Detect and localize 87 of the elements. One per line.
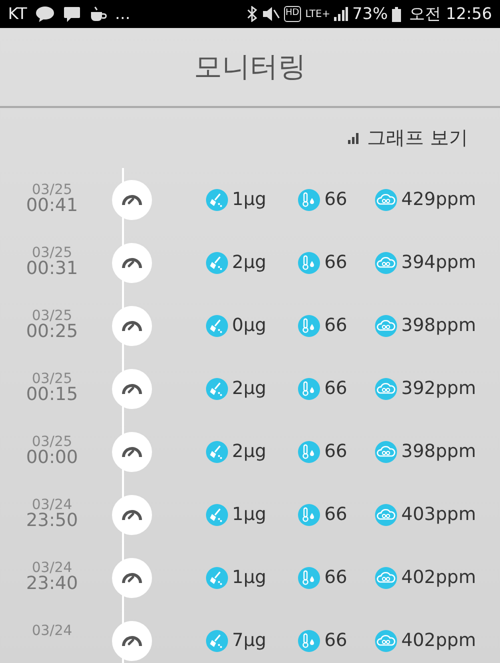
network-type: LTE+ bbox=[305, 8, 330, 22]
co2-cloud-icon bbox=[375, 440, 398, 462]
thermometer-drop-icon bbox=[298, 378, 320, 400]
reading-value: 7µg bbox=[232, 629, 266, 653]
reading-value: 66 bbox=[324, 440, 348, 464]
dust-cleaner-icon bbox=[206, 630, 228, 652]
dust-cleaner-icon bbox=[206, 252, 228, 274]
thermometer-drop-icon bbox=[298, 504, 320, 526]
record-date: 03/24 bbox=[32, 560, 72, 576]
reading-value: 0µg bbox=[232, 314, 266, 338]
signal-icon bbox=[334, 7, 348, 21]
co2-cloud-icon bbox=[375, 188, 398, 210]
record-date: 03/25 bbox=[32, 372, 72, 386]
gauge-icon bbox=[122, 635, 142, 646]
reading-value: 66 bbox=[324, 314, 348, 338]
dust-cleaner-icon bbox=[206, 440, 228, 462]
record-date: 03/25 bbox=[32, 308, 72, 324]
chat-bubble-icon bbox=[35, 6, 56, 22]
gauge-icon bbox=[122, 383, 142, 394]
page-title: 모니터링 bbox=[194, 49, 306, 85]
co2-cloud-icon bbox=[375, 504, 398, 526]
reading-value: 398ppm bbox=[401, 440, 476, 464]
reading-value: 66 bbox=[324, 566, 348, 590]
thermometer-drop-icon bbox=[298, 188, 320, 210]
record-time: 23:40 bbox=[25, 575, 79, 594]
record-date: 03/25 bbox=[32, 182, 72, 198]
record-time: 00:00 bbox=[25, 449, 79, 468]
mute-icon bbox=[262, 6, 280, 22]
thermometer-drop-icon bbox=[298, 252, 320, 274]
co2-cloud-icon bbox=[375, 378, 398, 400]
battery-icon bbox=[392, 6, 401, 22]
gauge-icon bbox=[122, 194, 142, 205]
co2-cloud-icon bbox=[375, 630, 398, 652]
reading-value: 1µg bbox=[232, 566, 266, 590]
dust-cleaner-icon bbox=[206, 566, 228, 588]
record-date: 03/24 bbox=[32, 498, 72, 512]
gauge-icon bbox=[122, 509, 142, 520]
battery-percent: 73% bbox=[352, 3, 388, 25]
clock: 오전 12:56 bbox=[408, 3, 492, 25]
dust-cleaner-icon bbox=[206, 378, 228, 400]
reading-value: 392ppm bbox=[401, 377, 476, 401]
graph-view-link[interactable]: 그래프 보기 bbox=[348, 124, 468, 152]
reading-value: 398ppm bbox=[401, 314, 476, 338]
reading-value: 1µg bbox=[232, 503, 266, 527]
reading-value: 1µg bbox=[232, 188, 266, 212]
gauge-icon bbox=[122, 446, 142, 457]
record-time: 00:41 bbox=[25, 197, 79, 216]
co2-cloud-icon bbox=[375, 566, 398, 588]
record-time: 00:25 bbox=[25, 323, 79, 342]
dust-cleaner-icon bbox=[206, 314, 228, 336]
reading-value: 66 bbox=[324, 251, 348, 275]
reading-value: 2µg bbox=[232, 440, 266, 464]
co2-cloud-icon bbox=[375, 314, 398, 336]
thermometer-drop-icon bbox=[298, 566, 320, 588]
dust-cleaner-icon bbox=[206, 188, 228, 210]
gauge-icon bbox=[122, 257, 142, 268]
reading-value: 2µg bbox=[232, 251, 266, 275]
hd-voice-indicator: HD bbox=[284, 6, 302, 22]
reading-value: 429ppm bbox=[401, 188, 476, 212]
bluetooth-icon bbox=[246, 6, 258, 22]
record-date: 03/24 bbox=[30, 624, 74, 638]
reading-value: 66 bbox=[324, 629, 348, 653]
reading-value: 66 bbox=[324, 188, 348, 212]
thermometer-drop-icon bbox=[298, 440, 320, 462]
record-time: 00:15 bbox=[25, 386, 79, 406]
message-icon bbox=[63, 6, 82, 22]
bar-chart-icon bbox=[348, 132, 359, 144]
dust-cleaner-icon bbox=[206, 504, 228, 526]
reading-value: 2µg bbox=[232, 377, 266, 401]
record-time: 23:50 bbox=[25, 512, 79, 532]
thermometer-drop-icon bbox=[298, 630, 320, 652]
record-date: 03/25 bbox=[32, 434, 72, 450]
record-time: 00:31 bbox=[25, 260, 79, 280]
thermometer-drop-icon bbox=[298, 314, 320, 336]
carrier-name: KT bbox=[8, 3, 28, 25]
co2-cloud-icon bbox=[375, 252, 398, 274]
reading-value: 403ppm bbox=[401, 503, 476, 527]
reading-value: 66 bbox=[324, 503, 348, 527]
record-date: 03/25 bbox=[32, 246, 72, 260]
reading-value: 402ppm bbox=[401, 566, 476, 590]
gauge-icon bbox=[122, 572, 142, 583]
more-notifications: ... bbox=[115, 3, 130, 25]
cup-icon bbox=[89, 6, 108, 22]
reading-value: 402ppm bbox=[401, 629, 476, 653]
reading-value: 66 bbox=[324, 377, 348, 401]
gauge-icon bbox=[122, 320, 142, 331]
reading-value: 394ppm bbox=[401, 251, 476, 275]
